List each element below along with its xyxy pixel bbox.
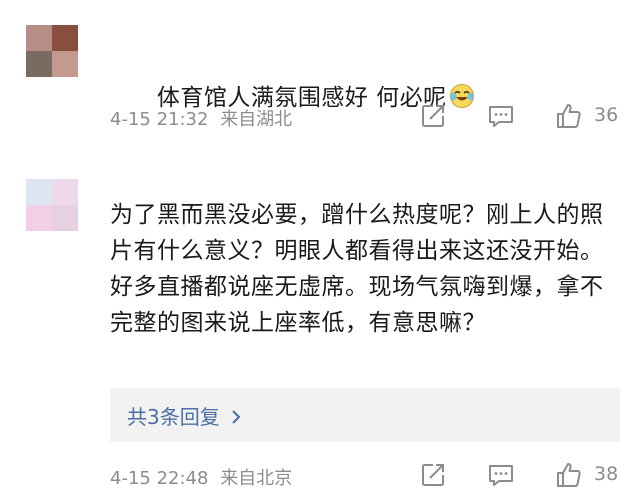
comment-location: 来自北京 bbox=[220, 468, 293, 489]
like-count[interactable]: 36 bbox=[594, 104, 618, 126]
thumbs-up-icon[interactable] bbox=[554, 101, 584, 131]
avatar-pixel bbox=[26, 25, 52, 51]
share-icon[interactable] bbox=[418, 460, 448, 490]
comment-text: 为了黑而黑没必要，蹭什么热度呢？刚上人的照片有什么意义？明眼人都看得出来这还没开… bbox=[110, 202, 604, 336]
comment-icon[interactable] bbox=[486, 101, 516, 131]
avatar[interactable] bbox=[26, 25, 78, 77]
view-replies-link[interactable]: 共3条回复 bbox=[127, 401, 242, 430]
replies-label: 共3条回复 bbox=[127, 405, 220, 429]
comment-item: 体育馆人满氛围感好 何必呢 4-15 21:32 来自湖北 36 bbox=[0, 0, 640, 156]
avatar[interactable] bbox=[26, 179, 78, 231]
avatar-pixel bbox=[26, 205, 52, 231]
avatar-pixel bbox=[26, 51, 52, 77]
avatar-pixel bbox=[52, 179, 78, 205]
comment-icon[interactable] bbox=[486, 460, 516, 490]
share-icon[interactable] bbox=[418, 101, 448, 131]
comment-meta: 4-15 21:32 来自湖北 bbox=[110, 105, 292, 131]
avatar-pixel bbox=[52, 205, 78, 231]
comment-location: 来自湖北 bbox=[220, 109, 293, 130]
comment-actions: 36 bbox=[418, 101, 640, 133]
replies-box: 共3条回复 bbox=[110, 388, 620, 442]
comment-actions: 38 bbox=[418, 460, 640, 492]
avatar-pixel bbox=[52, 25, 78, 51]
avatar-pixel bbox=[52, 51, 78, 77]
avatar-pixel bbox=[26, 179, 52, 205]
like-count[interactable]: 38 bbox=[594, 463, 618, 485]
comment-meta: 4-15 22:48 来自北京 bbox=[110, 464, 292, 490]
comment-thread: 体育馆人满氛围感好 何必呢 4-15 21:32 来自湖北 36 为了黑而黑没必… bbox=[0, 0, 640, 503]
thumbs-up-icon[interactable] bbox=[554, 460, 584, 490]
comment-time: 4-15 22:48 bbox=[110, 468, 209, 489]
chevron-right-icon bbox=[232, 410, 241, 424]
comment-time: 4-15 21:32 bbox=[110, 109, 209, 130]
